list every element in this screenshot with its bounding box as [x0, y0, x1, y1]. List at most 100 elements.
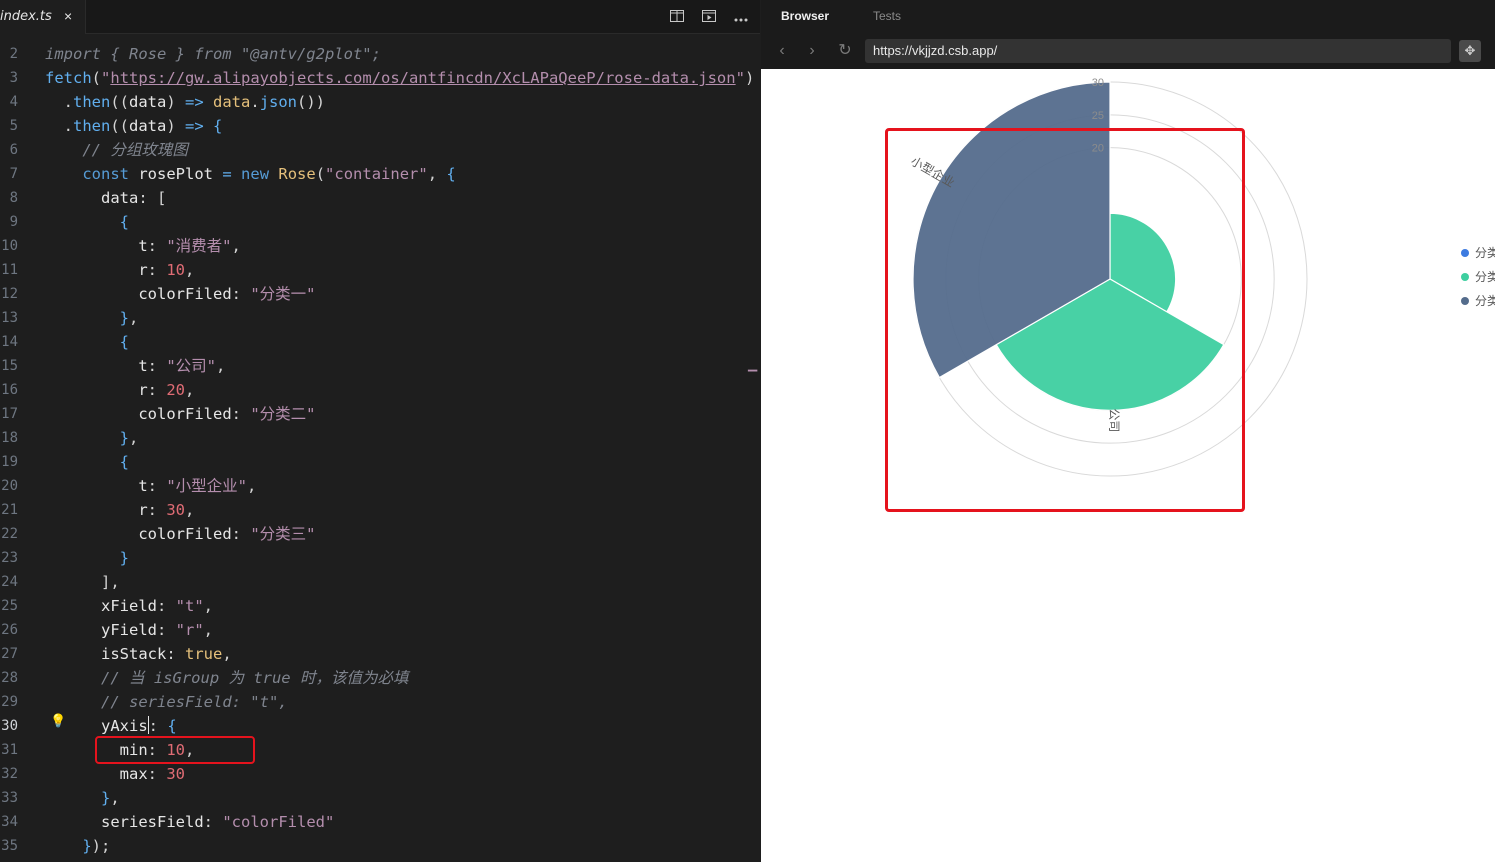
code-text[interactable]: }, [45, 786, 120, 810]
code-line[interactable]: 13 }, [0, 306, 760, 330]
more-icon[interactable] [732, 8, 750, 26]
code-text[interactable]: t: "小型企业", [45, 474, 256, 498]
code-line[interactable]: 29 // seriesField: "t", [0, 690, 760, 714]
line-number: 21 [1, 502, 18, 518]
code-text[interactable]: r: 10, [45, 258, 194, 282]
legend-item[interactable]: 分类 [1461, 292, 1495, 309]
code-line[interactable]: 26 yField: "r", [0, 618, 760, 642]
legend-item[interactable]: 分类 [1461, 244, 1495, 261]
y-tick-label: 30 [1092, 77, 1104, 89]
code-line[interactable]: 10 t: "消费者", [0, 234, 760, 258]
close-icon[interactable]: × [64, 8, 72, 24]
code-line[interactable]: 17 colorFiled: "分类二" [0, 402, 760, 426]
code-line[interactable]: 3 fetch("https://gw.alipayobjects.com/os/… [0, 66, 760, 90]
back-icon[interactable]: ‹ [773, 42, 791, 60]
line-number: 18 [1, 430, 18, 446]
code-text[interactable]: }); [45, 834, 110, 858]
code-line[interactable]: 34 seriesField: "colorFiled" [0, 810, 760, 834]
tab-tests[interactable]: Tests [873, 9, 901, 23]
code-line[interactable]: 25 xField: "t", [0, 594, 760, 618]
code-text[interactable]: seriesField: "colorFiled" [45, 810, 334, 834]
code-line[interactable]: 9 { [0, 210, 760, 234]
code-text[interactable]: max: 30 [45, 762, 185, 786]
split-editor-icon[interactable] [668, 8, 686, 26]
code-text[interactable]: // 当 isGroup 为 true 时，该值为必填 [45, 666, 408, 690]
line-number: 9 [9, 214, 18, 230]
code-line[interactable]: 14 { [0, 330, 760, 354]
code-text[interactable]: const rosePlot = new Rose("container", { [45, 162, 455, 186]
line-number: 32 [1, 766, 18, 782]
code-text[interactable]: // seriesField: "t", [45, 690, 288, 714]
forward-icon[interactable]: › [803, 42, 821, 60]
line-number: 14 [1, 334, 18, 350]
code-line[interactable]: 28 // 当 isGroup 为 true 时，该值为必填 [0, 666, 760, 690]
lightbulb-icon[interactable]: 💡 [50, 713, 66, 729]
line-number: 26 [1, 622, 18, 638]
line-number: 4 [9, 94, 18, 110]
chart-highlight-box [885, 128, 1245, 512]
line-number: 3 [9, 70, 18, 86]
code-line[interactable]: 35 }); [0, 834, 760, 858]
editor-tab-index-ts[interactable]: index.ts × [0, 0, 86, 34]
code-line[interactable]: 8 data: [ [0, 186, 760, 210]
code-line[interactable]: 22 colorFiled: "分类三" [0, 522, 760, 546]
code-text[interactable]: }, [45, 426, 139, 450]
code-line[interactable]: 23 } [0, 546, 760, 570]
legend-label: 分类 [1475, 270, 1495, 284]
url-input[interactable]: https://vkjjzd.csb.app/ [865, 39, 1451, 63]
code-line[interactable]: 18 }, [0, 426, 760, 450]
code-line[interactable]: 2 import { Rose } from "@antv/g2plot"; [0, 42, 760, 66]
scrollbar-marker[interactable]: ▔ [748, 370, 758, 384]
tab-browser[interactable]: Browser [781, 9, 829, 23]
code-line[interactable]: 16 r: 20, [0, 378, 760, 402]
code-text[interactable]: fetch("https://gw.alipayobjects.com/os/a… [45, 66, 754, 90]
code-text[interactable]: colorFiled: "分类一" [45, 282, 315, 306]
line-number: 11 [1, 262, 18, 278]
code-line[interactable]: 27 isStack: true, [0, 642, 760, 666]
code-line[interactable]: 4 .then((data) => data.json()) [0, 90, 760, 114]
reload-icon[interactable]: ↻ [836, 42, 854, 60]
line-number: 31 [1, 742, 18, 758]
code-line[interactable]: 33 }, [0, 786, 760, 810]
code-text[interactable]: } [45, 546, 129, 570]
code-text[interactable]: yField: "r", [45, 618, 213, 642]
line-number: 33 [1, 790, 18, 806]
code-line[interactable]: 32 max: 30 [0, 762, 760, 786]
code-text[interactable]: import { Rose } from "@antv/g2plot"; [45, 42, 381, 66]
code-text[interactable]: { [45, 330, 129, 354]
code-text[interactable]: .then((data) => { [45, 114, 223, 138]
code-text[interactable]: r: 20, [45, 378, 194, 402]
code-line[interactable]: 15 t: "公司", [0, 354, 760, 378]
code-text[interactable]: }, [45, 306, 139, 330]
code-text[interactable]: { [45, 450, 129, 474]
code-text[interactable]: colorFiled: "分类二" [45, 402, 315, 426]
preview-icon[interactable] [700, 8, 718, 26]
code-text[interactable]: t: "公司", [45, 354, 225, 378]
code-line[interactable]: 20 t: "小型企业", [0, 474, 760, 498]
code-text[interactable]: ], [45, 570, 120, 594]
code-text[interactable]: isStack: true, [45, 642, 232, 666]
open-new-window-icon[interactable]: ✥ [1459, 40, 1481, 62]
code-text[interactable]: .then((data) => data.json()) [45, 90, 325, 114]
code-text[interactable]: // 分组玫瑰图 [45, 138, 188, 162]
code-line[interactable]: 12 colorFiled: "分类一" [0, 282, 760, 306]
code-line[interactable]: 5 .then((data) => { [0, 114, 760, 138]
code-text[interactable]: { [45, 210, 129, 234]
code-line[interactable]: 24 ], [0, 570, 760, 594]
code-line[interactable]: 6 // 分组玫瑰图 [0, 138, 760, 162]
line-number: 17 [1, 406, 18, 422]
code-text[interactable]: colorFiled: "分类三" [45, 522, 315, 546]
code-line[interactable]: 21 r: 30, [0, 498, 760, 522]
code-text[interactable]: data: [ [45, 186, 166, 210]
line-number: 2 [9, 46, 18, 62]
code-line[interactable]: 11 r: 10, [0, 258, 760, 282]
line-number: 24 [1, 574, 18, 590]
code-line[interactable]: 7 const rosePlot = new Rose("container",… [0, 162, 760, 186]
code-text[interactable]: t: "消费者", [45, 234, 241, 258]
code-line[interactable]: 30 yAxis: { [0, 714, 760, 738]
code-editor[interactable]: index.ts × 2 import { Rose } from "@antv/… [0, 0, 760, 862]
legend-item[interactable]: 分类 [1461, 268, 1495, 285]
code-text[interactable]: xField: "t", [45, 594, 213, 618]
code-text[interactable]: r: 30, [45, 498, 194, 522]
code-line[interactable]: 19 { [0, 450, 760, 474]
